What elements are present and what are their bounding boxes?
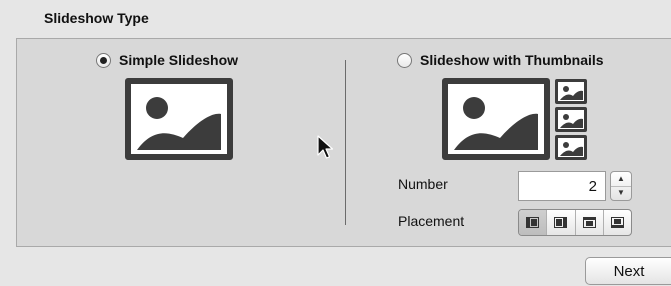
- placement-right-option[interactable]: [547, 210, 576, 235]
- placement-bottom-icon: [610, 217, 624, 228]
- thumbnail-3-image-icon: [555, 135, 587, 160]
- placement-left-option[interactable]: [519, 210, 548, 235]
- arrow-cursor-icon: [317, 135, 334, 159]
- placement-bottom-option[interactable]: [604, 210, 631, 235]
- simple-slideshow-option[interactable]: Simple Slideshow: [96, 52, 238, 68]
- next-button[interactable]: Next: [585, 257, 671, 285]
- section-title: Slideshow Type: [44, 10, 149, 26]
- thumbnail-1-image-icon: [555, 79, 587, 104]
- placement-right-icon: [554, 217, 568, 228]
- thumbnails-slideshow-radio[interactable]: [397, 52, 412, 68]
- stepper-up-icon[interactable]: ▲: [611, 172, 631, 187]
- number-input[interactable]: 2: [518, 171, 606, 201]
- placement-segmented-control[interactable]: [518, 209, 632, 236]
- simple-slideshow-radio[interactable]: [96, 52, 111, 68]
- placement-top-option[interactable]: [576, 210, 604, 235]
- options-divider: [345, 60, 346, 225]
- thumbnails-slideshow-option[interactable]: Slideshow with Thumbnails: [397, 52, 604, 68]
- placement-left-icon: [526, 217, 540, 228]
- simple-slideshow-label: Simple Slideshow: [119, 52, 239, 68]
- thumbnails-slideshow-label: Slideshow with Thumbnails: [420, 52, 604, 68]
- simple-slideshow-image-icon: [125, 78, 233, 160]
- placement-label: Placement: [398, 213, 465, 229]
- thumbnail-2-image-icon: [555, 107, 587, 132]
- thumbnails-slideshow-image-icon: [442, 78, 550, 160]
- placement-top-icon: [582, 217, 596, 228]
- number-stepper[interactable]: ▲ ▼: [610, 171, 632, 201]
- number-label: Number: [398, 176, 448, 192]
- stepper-down-icon[interactable]: ▼: [611, 186, 631, 200]
